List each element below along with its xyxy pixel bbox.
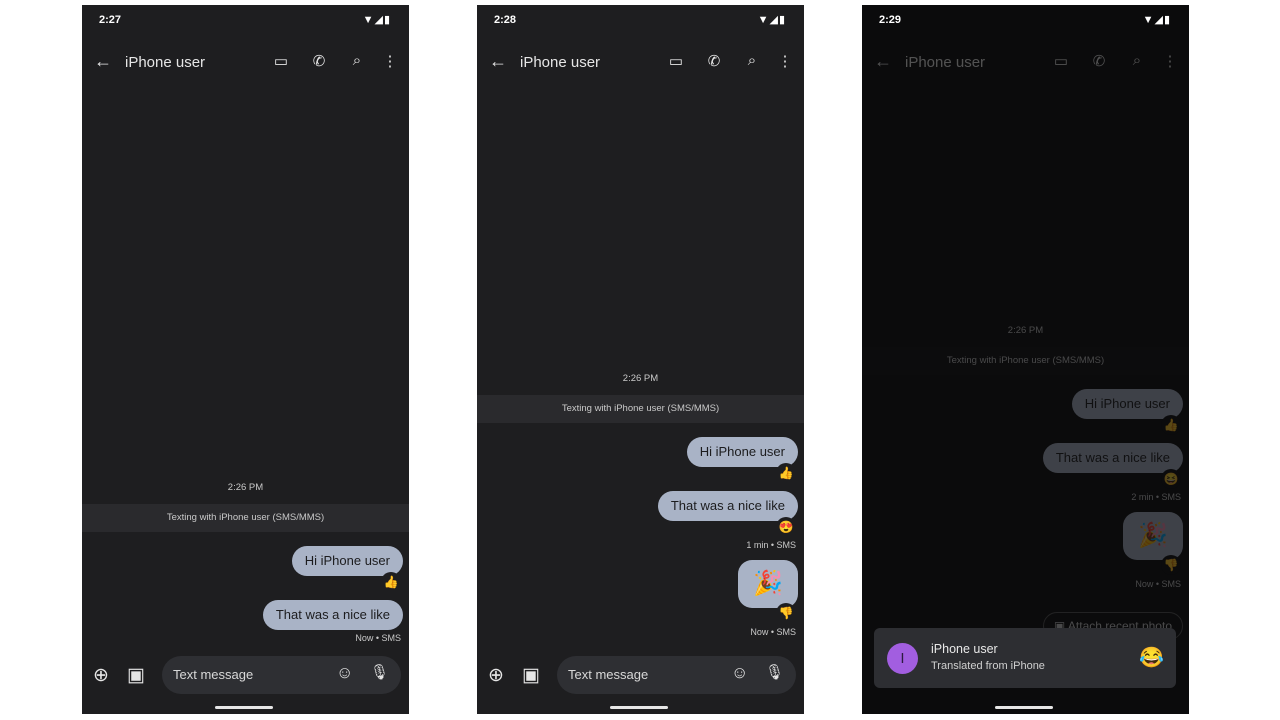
laughing-reaction-icon: 😆 [1161,469,1181,489]
app-bar: ← iPhone user ▭ ✆ ⌕ ⋮ [82,45,409,81]
home-indicator[interactable] [610,706,668,709]
back-arrow-icon[interactable]: ← [94,51,112,72]
emoji-icon[interactable]: ☺ [731,663,748,683]
timestamp: 2:26 PM [227,482,264,493]
home-indicator[interactable] [995,706,1053,709]
add-icon[interactable]: ⊕ [93,664,109,687]
search-icon[interactable]: ⌕ [741,52,763,69]
message-input[interactable]: Text message ☺ 🎙 [557,656,796,694]
party-popper-image[interactable]: 🎉 [1123,512,1183,560]
contact-title: iPhone user [125,54,206,71]
message-placeholder: Text message [173,667,254,682]
compose-bar: ⊕ ▣ Text message ☺ 🎙 [477,656,804,696]
timestamp: 2:26 PM [1007,325,1044,336]
status-icons: ▼◢▮ [757,14,786,26]
compose-bar: ⊕ ▣ Text message ☺ 🎙 [82,656,409,696]
notification-subtitle: Translated from iPhone [931,660,1045,672]
message-bubble[interactable]: Hi iPhone user [291,546,403,576]
message-meta: 2 min • SMS [1131,492,1181,502]
message-meta: Now • SMS [1135,579,1181,589]
message-bubble[interactable]: Hi iPhone user [1071,389,1183,419]
message-meta: 1 min • SMS [746,540,796,550]
video-call-icon[interactable]: ▭ [270,52,292,70]
message-bubble[interactable]: That was a nice like [262,600,403,630]
status-time: 2:28 [494,14,517,26]
back-arrow-icon[interactable]: ← [489,51,507,72]
app-bar: ← iPhone user ▭ ✆ ⌕ ⋮ [477,45,804,81]
conversation-banner: Texting with iPhone user (SMS/MMS) [477,395,804,423]
microphone-icon[interactable]: 🎙 [370,663,389,681]
thumbs-up-reaction-icon: 👍 [1161,415,1181,435]
message-input[interactable]: Text message ☺ 🎙 [162,656,401,694]
back-arrow-icon[interactable]: ← [874,51,892,72]
microphone-icon[interactable]: 🎙 [765,663,784,681]
phone-icon[interactable]: ✆ [1088,52,1110,70]
message-meta: Now • SMS [750,627,796,637]
party-popper-image[interactable]: 🎉 [738,560,798,608]
gallery-icon[interactable]: ▣ [522,664,540,687]
thumbs-up-reaction-icon: 👍 [381,572,401,592]
phone-screen-1: 2:27 ▼◢▮ ← iPhone user ▭ ✆ ⌕ ⋮ 2:26 PM T… [82,5,409,714]
thumbs-up-reaction-icon: 👍 [776,463,796,483]
search-icon[interactable]: ⌕ [1126,52,1148,69]
dimmed-conversation: ← iPhone user ▭ ✆ ⌕ ⋮ 2:26 PM Texting wi… [862,5,1189,714]
gallery-icon[interactable]: ▣ [127,664,145,687]
message-meta: Now • SMS [355,633,401,643]
phone-icon[interactable]: ✆ [703,52,725,70]
home-indicator[interactable] [215,706,273,709]
message-bubble[interactable]: That was a nice like [657,491,798,521]
timestamp: 2:26 PM [622,373,659,384]
contact-title: iPhone user [520,54,601,71]
heart-eyes-reaction-icon: 😍 [776,517,796,537]
message-bubble[interactable]: Hi iPhone user [686,437,798,467]
more-options-icon[interactable]: ⋮ [1159,52,1181,70]
avatar: I [887,643,918,674]
notification-title: iPhone user [931,642,998,656]
laughing-emoji-icon: 😂 [1139,647,1164,669]
conversation-banner: Texting with iPhone user (SMS/MMS) [82,504,409,532]
notification-popup[interactable]: I iPhone user Translated from iPhone 😂 [874,628,1176,688]
phone-screen-3: 2:29 ▼◢▮ ← iPhone user ▭ ✆ ⌕ ⋮ 2:26 PM T… [862,5,1189,714]
search-icon[interactable]: ⌕ [346,52,368,69]
emoji-icon[interactable]: ☺ [336,663,353,683]
message-placeholder: Text message [568,667,649,682]
app-bar: ← iPhone user ▭ ✆ ⌕ ⋮ [862,45,1189,81]
phone-screen-2: 2:28 ▼◢▮ ← iPhone user ▭ ✆ ⌕ ⋮ 2:26 PM T… [477,5,804,714]
add-icon[interactable]: ⊕ [488,664,504,687]
contact-title: iPhone user [905,54,986,71]
more-options-icon[interactable]: ⋮ [379,52,401,70]
phone-icon[interactable]: ✆ [308,52,330,70]
message-bubble[interactable]: That was a nice like [1042,443,1183,473]
status-time: 2:27 [99,14,122,26]
thumbs-down-reaction-icon: 👎 [1161,555,1181,575]
more-options-icon[interactable]: ⋮ [774,52,796,70]
video-call-icon[interactable]: ▭ [665,52,687,70]
conversation-banner: Texting with iPhone user (SMS/MMS) [862,347,1189,375]
status-icons: ▼◢▮ [362,14,391,26]
video-call-icon[interactable]: ▭ [1050,52,1072,70]
thumbs-down-reaction-icon: 👎 [776,603,796,623]
